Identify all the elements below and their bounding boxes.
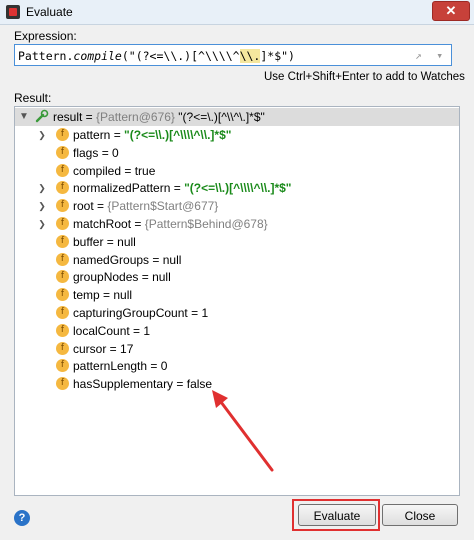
field-icon: f [56,323,69,337]
field-equals: = [138,270,153,285]
field-equals: = [129,323,144,338]
expr-text-2: ("(?<=\\.)[^\\\\^ [121,49,240,63]
collapse-icon[interactable]: ▼ [19,108,29,126]
result-label: Result: [14,91,52,105]
field-value: 1 [143,323,151,338]
tree-row-result[interactable]: ▼ result = {Pattern@676} "(?<=\.)[^\\^\.… [15,108,459,126]
field-icon: f [56,288,69,302]
field-equals: = [173,377,187,392]
expand-icon[interactable]: ↗ ▾ [415,45,447,65]
field-value: null [162,252,182,267]
title-bar: Evaluate ✕ [0,0,474,25]
field-value: 1 [201,306,209,320]
field-value: null [152,270,171,285]
field-equals: = [106,341,121,356]
field-equals: = [99,288,114,303]
field-icon: f [56,199,69,213]
field-name: capturingGroupCount [73,306,188,320]
expression-label: Expression: [14,29,77,43]
field-value: false [186,377,213,392]
field-icon: f [56,234,69,248]
field-value: null [117,234,136,249]
field-name: normalizedPattern [73,181,171,196]
expression-input[interactable]: Pattern.compile("(?<=\\.)[^\\\\^\\.]*$")… [14,44,452,66]
field-icon: f [56,163,69,177]
field-name: root [73,199,94,214]
field-value: true [134,163,156,178]
field-icon: f [56,181,69,195]
result-ref: {Pattern@676} [96,110,175,124]
watch-result-icon [35,109,49,123]
expr-text-fn: compile [73,49,122,63]
expand-arrow-icon[interactable]: ❯ [37,215,47,233]
field-value: "(?<=\\.)[^\\\\^\\.]*$" [184,181,292,196]
field-equals: = [121,163,135,178]
result-tree[interactable]: ▼ result = {Pattern@676} "(?<=\.)[^\\^\.… [14,106,460,496]
field-icon: f [56,359,69,373]
field-icon: f [56,306,69,319]
app-icon [6,5,20,19]
expr-text-1: Pattern. [18,49,74,63]
result-name: result [53,110,83,124]
expand-arrow-icon[interactable]: ❯ [37,197,47,215]
field-value: {Pattern$Behind@678} [144,217,268,231]
field-equals: = [110,128,125,142]
field-name: temp [73,288,100,303]
field-name: cursor [73,341,107,356]
result-eq: = [82,110,97,124]
expr-text-highlight: \\. [239,49,261,63]
field-name: pattern [73,128,111,142]
close-button[interactable]: Close [382,504,458,526]
field-value: 0 [160,359,168,374]
field-name: namedGroups [73,252,150,267]
field-value: null [113,288,133,303]
field-icon: f [56,145,69,159]
help-icon[interactable]: ? [14,510,30,526]
field-equals: = [187,306,202,320]
field-name: groupNodes [73,270,139,285]
result-value: "(?<=\.)[^\\^\.]*$" [174,110,265,124]
window-close-button[interactable]: ✕ [432,1,470,21]
watches-hint: Use Ctrl+Shift+Enter to add to Watches [264,71,465,83]
field-icon: f [56,270,69,284]
field-name: patternLength [73,359,148,374]
annotation-highlight-box [292,499,380,531]
field-value: {Pattern$Start@677} [107,199,219,214]
field-equals: = [103,234,118,249]
window-title: Evaluate [26,5,73,19]
field-equals: = [147,359,161,374]
field-name: hasSupplementary [73,377,174,392]
field-equals: = [93,199,108,214]
field-name: buffer [73,234,104,249]
expand-arrow-icon[interactable]: ❯ [37,179,47,197]
field-value: 0 [112,145,119,160]
expr-text-3: ]*$") [260,49,295,63]
field-icon: f [56,128,69,141]
field-equals: = [131,217,145,231]
field-name: matchRoot [73,217,132,231]
field-icon: f [56,341,69,355]
field-equals: = [98,145,113,160]
expand-arrow-icon[interactable]: ❯ [37,126,47,144]
field-icon: f [56,252,69,266]
field-value: "(?<=\\.)[^\\\\^\\.]*$" [124,128,232,142]
field-equals: = [170,181,185,196]
field-icon: f [56,377,69,391]
field-equals: = [149,252,163,267]
field-name: localCount [73,323,130,338]
field-value: 17 [120,341,134,356]
field-name: compiled [73,163,122,178]
field-icon: f [56,217,69,230]
field-name: flags [73,145,99,160]
